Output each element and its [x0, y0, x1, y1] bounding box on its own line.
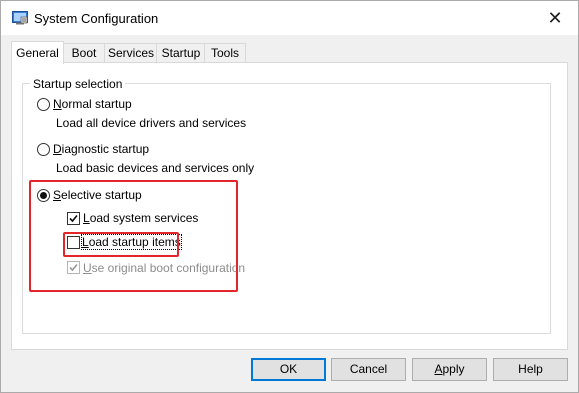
diagnostic-startup-label[interactable]: Diagnostic startup	[53, 142, 149, 156]
load-system-services-label[interactable]: Load system services	[83, 211, 198, 225]
close-icon: ✕	[547, 7, 563, 28]
normal-startup-description: Load all device drivers and services	[56, 116, 247, 130]
normal-startup-radio[interactable]	[37, 98, 50, 111]
checkmark-icon	[69, 214, 78, 223]
cancel-button[interactable]: Cancel	[331, 358, 406, 381]
tab-tools[interactable]: Tools	[204, 43, 246, 63]
load-startup-items-label[interactable]: Load startup items	[81, 234, 182, 250]
ok-button[interactable]: OK	[251, 358, 326, 381]
title-bar[interactable]: System Configuration ✕	[1, 1, 578, 35]
selective-startup-label[interactable]: Selective startup	[53, 188, 142, 202]
tab-startup[interactable]: Startup	[156, 43, 206, 63]
load-system-services-checkbox[interactable]	[67, 212, 80, 225]
system-configuration-icon	[12, 10, 28, 26]
normal-startup-label[interactable]: Normal startup	[53, 97, 132, 111]
system-configuration-window: System Configuration ✕ General Boot Serv…	[0, 0, 579, 393]
tab-general[interactable]: General	[11, 41, 64, 64]
apply-button[interactable]: Apply	[412, 358, 487, 381]
help-button[interactable]: Help	[493, 358, 568, 381]
use-original-boot-config-checkbox[interactable]	[67, 261, 80, 274]
selective-startup-radio[interactable]	[37, 189, 50, 202]
use-original-boot-config-label: Use original boot configuration	[83, 261, 246, 275]
load-startup-items-checkbox[interactable]	[67, 236, 80, 249]
diagnostic-startup-radio[interactable]	[37, 143, 50, 156]
window-title: System Configuration	[34, 11, 159, 26]
checkmark-icon	[69, 263, 78, 272]
startup-selection-legend: Startup selection	[30, 77, 126, 91]
close-button[interactable]: ✕	[540, 4, 570, 32]
tab-boot[interactable]: Boot	[62, 43, 106, 63]
diagnostic-startup-description: Load basic devices and services only	[56, 161, 255, 175]
tab-services[interactable]: Services	[104, 43, 158, 63]
